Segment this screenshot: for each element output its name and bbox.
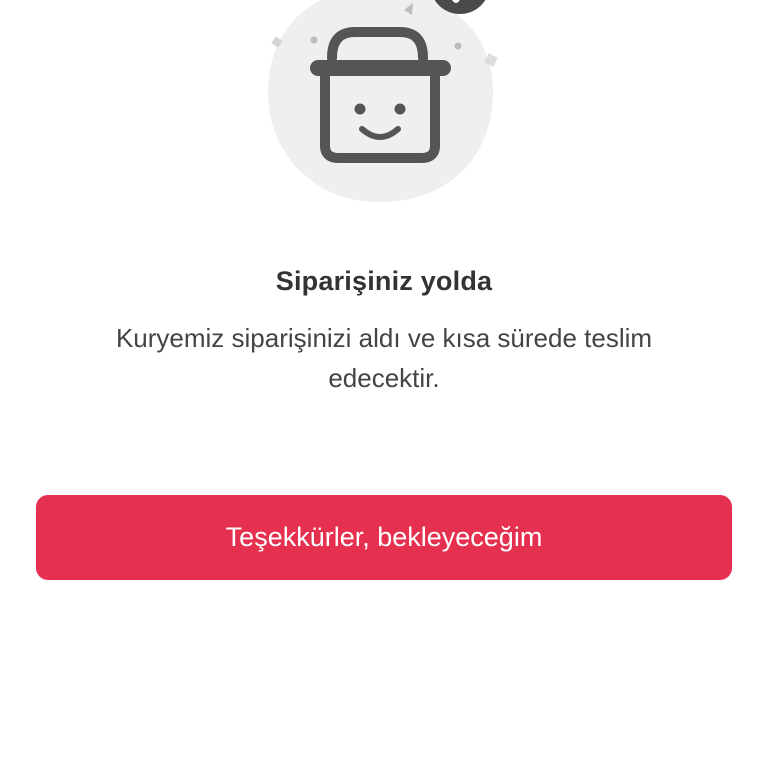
status-title: Siparişiniz yolda: [275, 266, 493, 296]
order-illustration: [250, 0, 510, 210]
confirm-wait-button[interactable]: Teşekkürler, bekleyeceğim: [36, 495, 732, 580]
order-on-the-way-screen: Siparişiniz yolda Kuryemiz siparişinizi …: [0, 0, 768, 768]
status-message: Kuryemiz siparişinizi aldı ve kısa süred…: [115, 323, 653, 393]
